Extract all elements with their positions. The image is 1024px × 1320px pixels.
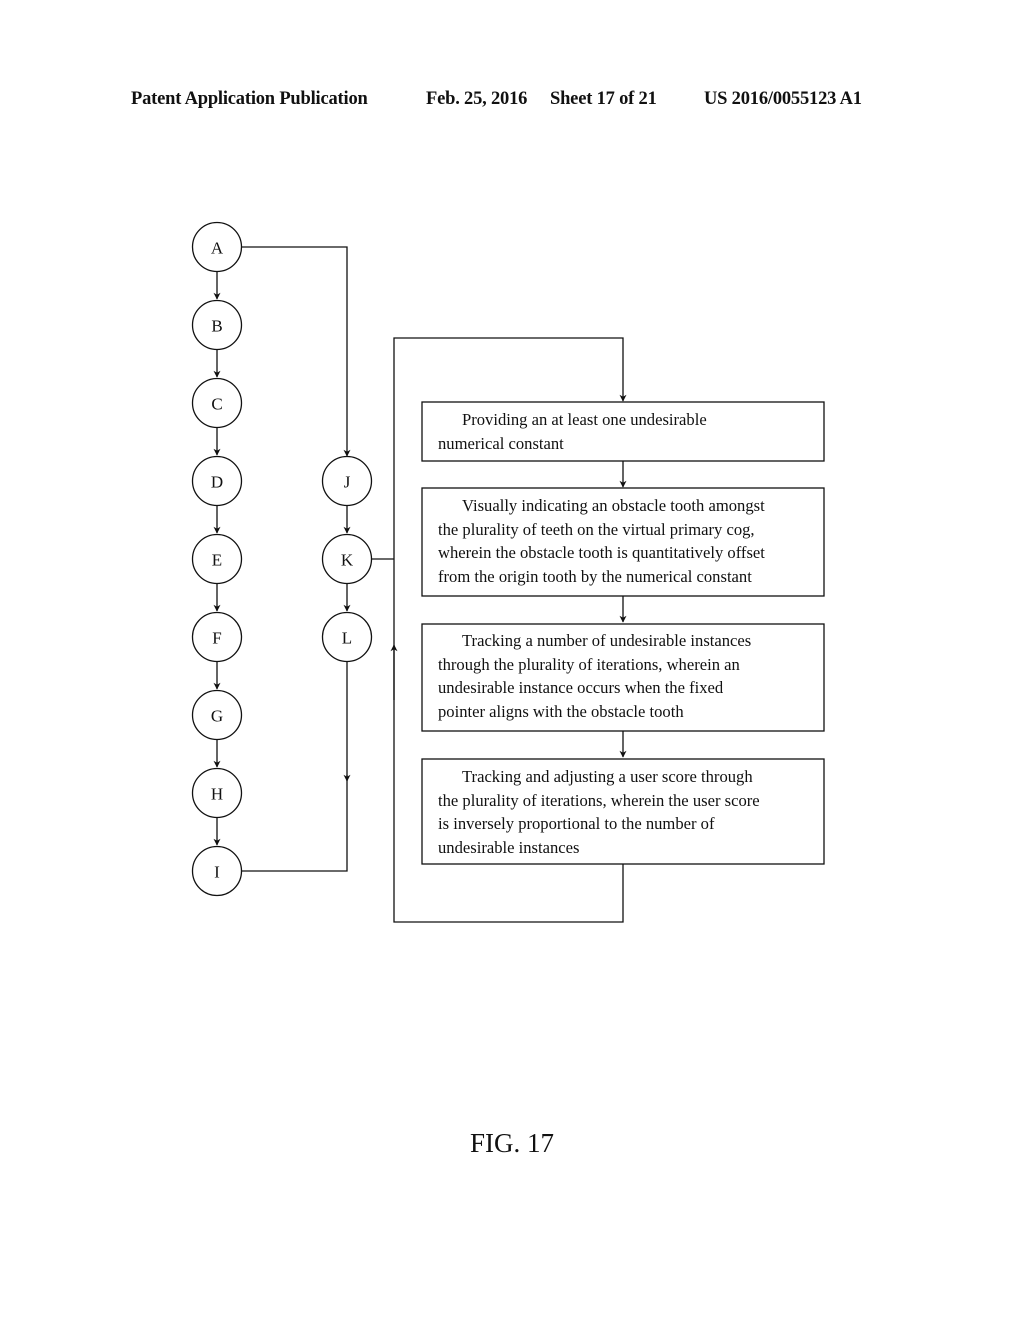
connector-label-h: H [211, 785, 223, 804]
connector-label-g: G [211, 707, 223, 726]
line-i-to-l [242, 775, 348, 872]
connector-label-d: D [211, 473, 223, 492]
connector-label-a: A [211, 239, 224, 258]
connector-label-k: K [341, 551, 354, 570]
connector-label-f: F [212, 629, 221, 648]
box-3-line-3: undesirable instance occurs when the fix… [438, 678, 724, 697]
connector-label-i: I [214, 863, 220, 882]
process-box-2-text: Visually indicating an obstacle tooth am… [438, 494, 765, 588]
box-3-line-1: Tracking a number of undesirable instanc… [462, 631, 752, 650]
box-4-line-3: is inversely proportional to the number … [438, 814, 715, 833]
connector-label-e: E [212, 551, 222, 570]
box-1-line-2: numerical constant [438, 433, 564, 453]
arrow-a-j [242, 246, 351, 457]
connector-label-l: L [342, 629, 352, 648]
box-2-line-1: Visually indicating an obstacle tooth am… [462, 496, 765, 515]
connector-label-b: B [211, 317, 222, 336]
box-2-line-3: wherein the obstacle tooth is quantitati… [438, 543, 765, 562]
box-3-line-4: pointer aligns with the obstacle tooth [438, 701, 684, 721]
box-4-line-2: the plurality of iterations, wherein the… [438, 790, 760, 810]
process-box-4-text: Tracking and adjusting a user score thro… [438, 765, 760, 859]
process-box-1-text: Providing an at least one undesirable nu… [438, 408, 707, 455]
box-3-line-2: through the plurality of iterations, whe… [438, 654, 740, 674]
box-4-line-1: Tracking and adjusting a user score thro… [462, 767, 753, 786]
box-1-line-1: Providing an at least one undesirable [462, 410, 707, 429]
box-2-line-2: the plurality of teeth on the virtual pr… [438, 519, 755, 539]
figure-caption: FIG. 17 [470, 1128, 555, 1158]
box-4-line-4: undesirable instances [438, 837, 580, 857]
connector-label-j: J [344, 473, 351, 492]
box-2-line-4: from the origin tooth by the numerical c… [438, 566, 752, 586]
connector-label-c: C [211, 395, 222, 414]
process-box-3-text: Tracking a number of undesirable instanc… [438, 629, 751, 723]
